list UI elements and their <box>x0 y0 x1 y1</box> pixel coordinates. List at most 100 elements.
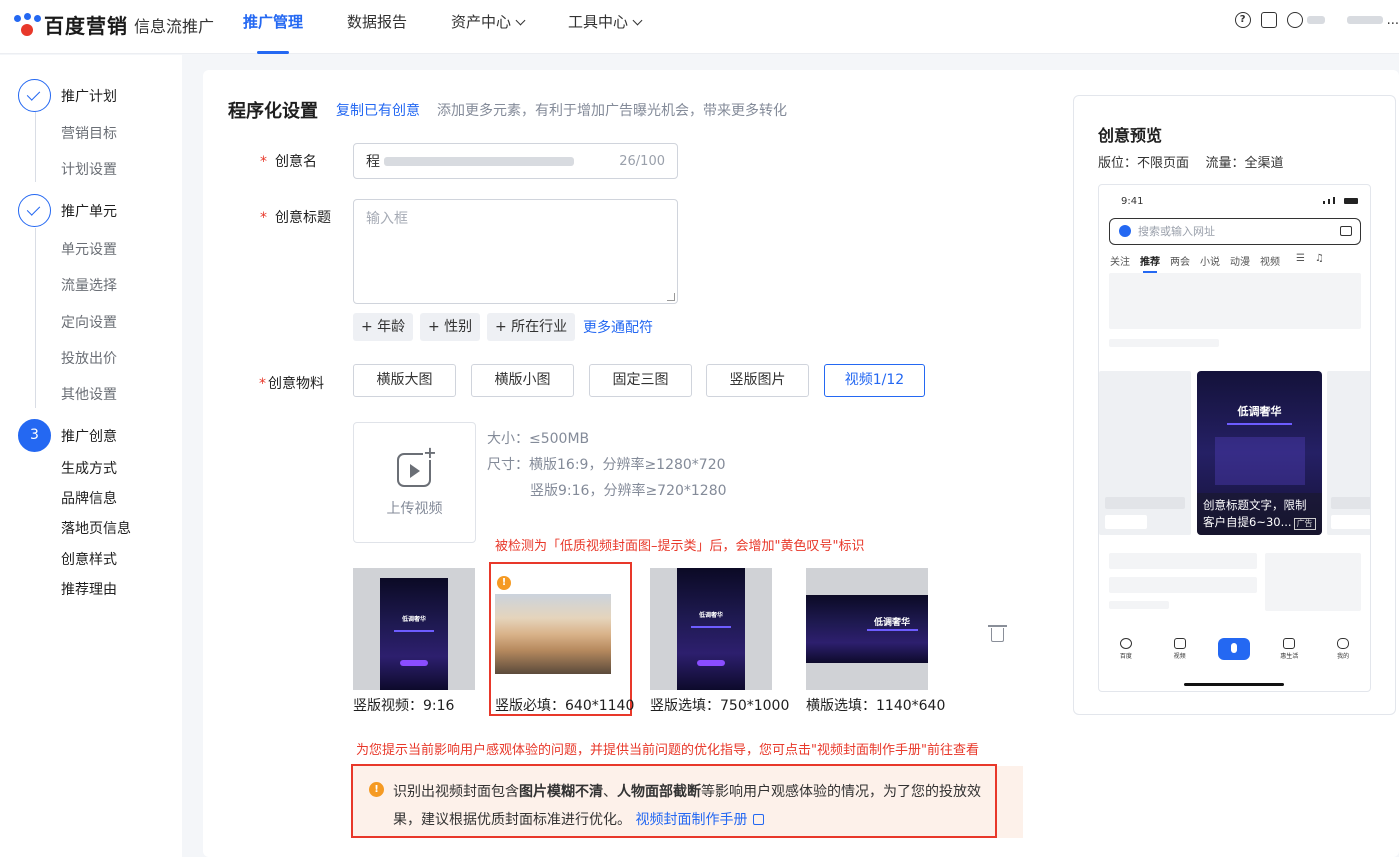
step-sub-style[interactable]: 创意样式 <box>61 549 117 569</box>
thumb-caption: 竖版必填：640*1140 <box>495 698 635 714</box>
logo[interactable]: 百度营销 信息流推广 <box>12 10 214 39</box>
creative-name-input[interactable]: 程 26/100 <box>353 143 678 179</box>
nav-asset-center[interactable]: 资产中心 <box>451 0 526 54</box>
ad-preview-card[interactable]: 低调奢华 创意标题文字，限制客户自提6~30... 广告 <box>1197 371 1322 535</box>
feed-tab-active[interactable]: 推荐 <box>1140 253 1160 273</box>
feed-tabs: 关注 推荐 两会 小说 动漫 视频 ☰ ♫ <box>1110 253 1324 273</box>
nav-baidu[interactable]: 百度 <box>1111 638 1141 660</box>
upload-label: 上传视频 <box>386 501 443 517</box>
copy-existing-link[interactable]: 复制已有创意 <box>336 100 420 120</box>
step-sub-traffic[interactable]: 流量选择 <box>61 275 117 295</box>
creative-preview-panel: 创意预览 版位：不限页面 流量：全渠道 9:41 搜索或输入网址 关注 推荐 两… <box>1073 95 1396 715</box>
feed-placeholder <box>1265 553 1361 611</box>
step-unit[interactable]: 推广单元 <box>18 194 117 227</box>
title-placeholder: 输入框 <box>366 211 408 227</box>
feed-placeholder <box>1109 553 1257 569</box>
headphone-icon[interactable]: ♫ <box>1315 253 1324 268</box>
home-indicator <box>1184 683 1284 686</box>
help-icon[interactable]: ? <box>1234 12 1251 28</box>
nav-video[interactable]: 视频 <box>1165 638 1195 660</box>
name-char-count: 26/100 <box>619 153 665 169</box>
step-sub-unit-settings[interactable]: 单元设置 <box>61 239 117 259</box>
feed-tab[interactable]: 两会 <box>1170 253 1190 268</box>
step-sub-bidding[interactable]: 投放出价 <box>61 348 117 368</box>
upload-video-button[interactable]: + 上传视频 <box>353 422 476 543</box>
wildcard-industry[interactable]: + 所在行业 <box>487 313 576 341</box>
step-connector <box>35 112 36 182</box>
name-value: 程 <box>366 154 380 170</box>
tab-three-images[interactable]: 固定三图 <box>589 364 692 397</box>
search-bar[interactable]: 搜索或输入网址 <box>1109 218 1361 245</box>
feed-placeholder <box>1109 339 1219 347</box>
trash-icon[interactable] <box>988 625 1007 642</box>
main-nav: 推广管理 数据报告 资产中心 工具中心 <box>243 0 685 54</box>
feed-tab[interactable]: 小说 <box>1200 253 1220 268</box>
wildcard-gender[interactable]: + 性别 <box>420 313 481 341</box>
creative-title-textarea[interactable]: 输入框 <box>353 199 678 304</box>
nav-life[interactable]: 惠生活 <box>1274 638 1304 660</box>
thumb-caption: 竖版视频：9:16 <box>353 698 455 714</box>
step-creative[interactable]: 3 推广创意 <box>18 419 117 452</box>
step-sub-other[interactable]: 其他设置 <box>61 384 117 404</box>
baidu-paw-icon <box>1119 225 1131 237</box>
thumb-horizontal-optional[interactable]: 低调奢华 <box>806 568 928 690</box>
nav-data-report[interactable]: 数据报告 <box>347 0 407 54</box>
step-number: 3 <box>18 419 51 452</box>
ad-caption: 创意标题文字，限制客户自提6~30... 广告 <box>1197 493 1322 535</box>
spec-size: 大小：≤500MB <box>487 431 590 447</box>
feed-placeholder <box>1109 601 1169 609</box>
top-navbar: 百度营销 信息流推广 推广管理 数据报告 资产中心 工具中心 ? ... <box>0 0 1399 54</box>
feed-placeholder <box>1109 273 1361 329</box>
user-menu[interactable]: ... <box>1286 12 1399 28</box>
nav-tool-center[interactable]: 工具中心 <box>568 0 643 54</box>
nav-mine[interactable]: 我的 <box>1328 638 1358 660</box>
step-sub-reason[interactable]: 推荐理由 <box>61 579 117 599</box>
tab-video[interactable]: 视频1/12 <box>824 364 925 397</box>
title-label: * 创意标题 <box>260 210 331 226</box>
feed-card-right <box>1327 371 1370 535</box>
product-name: 信息流推广 <box>134 16 215 36</box>
tab-horizontal-large[interactable]: 横版大图 <box>353 364 456 397</box>
feed-tab[interactable]: 动漫 <box>1230 253 1250 268</box>
resize-handle[interactable] <box>667 293 675 301</box>
name-masked <box>384 156 574 166</box>
step-sub-generation[interactable]: 生成方式 <box>61 458 117 478</box>
step-sub-plan-settings[interactable]: 计划设置 <box>61 159 117 179</box>
preview-title: 创意预览 <box>1098 126 1163 145</box>
feed-tab[interactable]: 关注 <box>1110 253 1130 268</box>
copy-icon[interactable] <box>1260 12 1277 28</box>
feed-card-left <box>1099 371 1191 535</box>
wildcard-age[interactable]: + 年龄 <box>353 313 414 341</box>
detect-note: 被检测为「低质视频封面图–提示类」后，会增加"黄色叹号"标识 <box>495 539 865 554</box>
ad-tag: 广告 <box>1293 518 1316 530</box>
tab-vertical-image[interactable]: 竖版图片 <box>706 364 809 397</box>
step-sub-marketing-goal[interactable]: 营销目标 <box>61 123 117 143</box>
step-plan[interactable]: 推广计划 <box>18 79 117 112</box>
feed-placeholder <box>1109 577 1257 593</box>
status-icons <box>1323 197 1358 204</box>
step-sub-brand[interactable]: 品牌信息 <box>61 488 117 508</box>
preview-meta: 版位：不限页面 流量：全渠道 <box>1098 156 1284 171</box>
step-label: 推广单元 <box>61 203 117 220</box>
thumb-vertical-optional[interactable]: 低调奢华 <box>650 568 772 690</box>
nav-promotion-management[interactable]: 推广管理 <box>243 0 303 54</box>
feed-tab[interactable]: 视频 <box>1260 253 1280 268</box>
step-sub-landing[interactable]: 落地页信息 <box>61 518 131 538</box>
menu-icon[interactable]: ☰ <box>1296 253 1305 268</box>
poster-title: 低调奢华 <box>873 618 910 628</box>
mic-icon[interactable] <box>1218 638 1251 660</box>
more-wildcards-link[interactable]: 更多通配符 <box>583 317 653 337</box>
step-sub-targeting[interactable]: 定向设置 <box>61 312 117 332</box>
search-placeholder: 搜索或输入网址 <box>1138 225 1215 238</box>
chevron-down-icon <box>515 15 526 26</box>
step-connector <box>35 228 36 408</box>
baidu-paw-icon <box>12 12 42 37</box>
thumb-vertical-video[interactable]: 低调奢华 <box>353 568 475 690</box>
tab-horizontal-small[interactable]: 横版小图 <box>471 364 574 397</box>
phone-bottom-nav: 百度 视频 惠生活 我的 <box>1099 638 1370 678</box>
camera-icon[interactable] <box>1340 226 1352 236</box>
username-masked <box>1306 16 1325 24</box>
chevron-down-icon <box>632 15 643 26</box>
spec-dim-horizontal: 尺寸：横版16:9，分辨率≥1280*720 <box>487 457 726 473</box>
brand-name: 百度营销 <box>44 14 128 38</box>
